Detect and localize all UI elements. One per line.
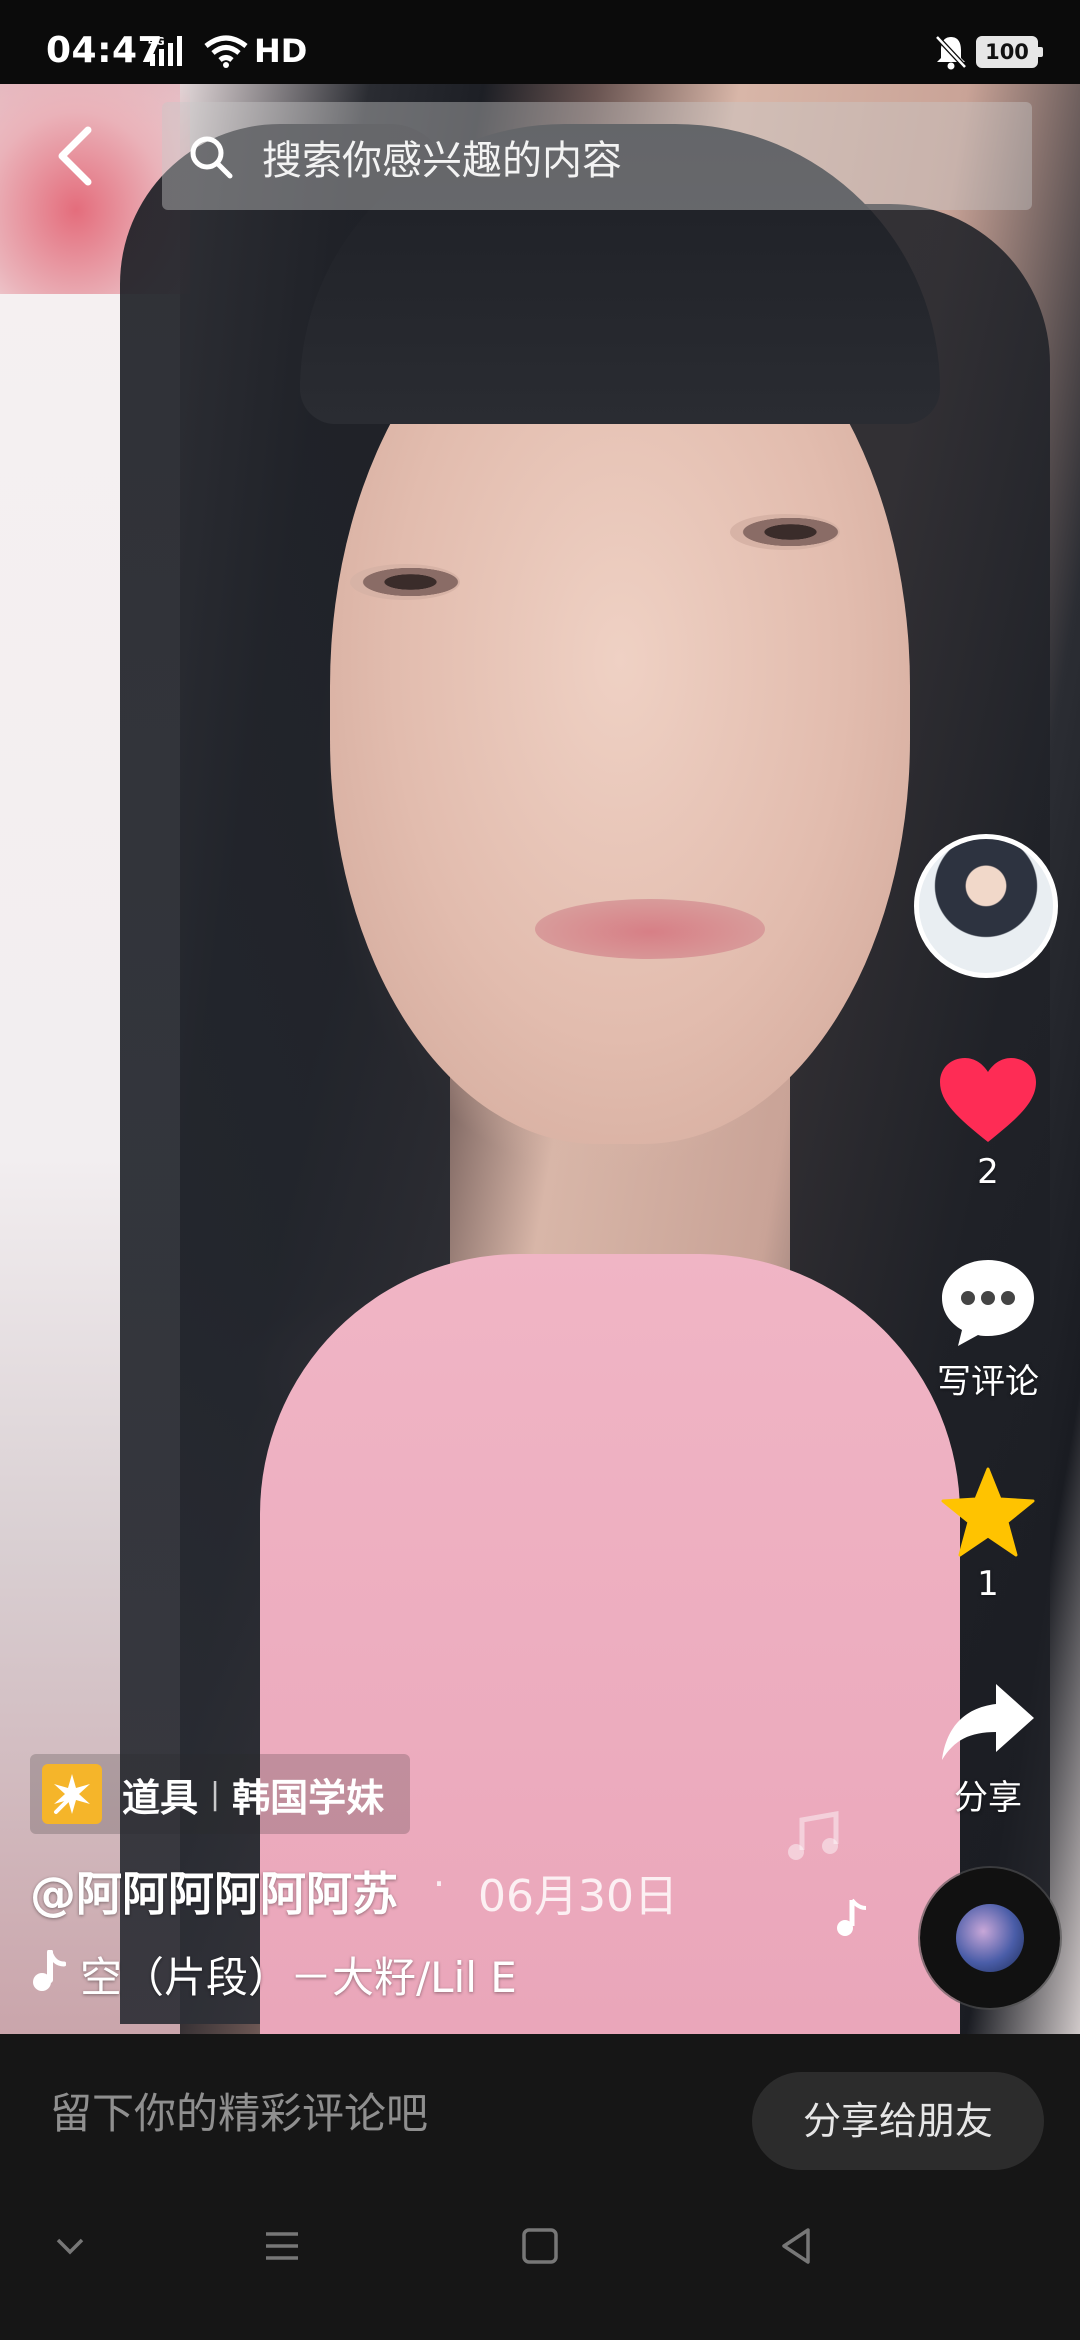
menu-icon[interactable] xyxy=(262,2226,302,2266)
props-name: 韩国学妹 xyxy=(232,1775,385,1820)
author-name[interactable]: @阿阿阿阿阿阿苏 xyxy=(30,1858,398,1924)
music-disc-icon[interactable] xyxy=(920,1868,1060,2008)
comment-button[interactable]: 写评论 xyxy=(918,1256,1058,1403)
magic-wand-icon xyxy=(42,1764,102,1824)
search-placeholder: 搜索你感兴趣的内容 xyxy=(262,138,622,184)
battery-level: 100 xyxy=(979,39,1035,65)
search-bar[interactable]: 搜索你感兴趣的内容 xyxy=(162,102,1032,210)
props-label: 道具 xyxy=(122,1775,199,1820)
star-icon xyxy=(941,1467,1035,1557)
favorite-count: 1 xyxy=(977,1564,999,1604)
music-title[interactable]: 空（片段）－大籽/Lil E xyxy=(80,1944,580,2005)
date-separator: · xyxy=(433,1862,446,1906)
props-separator: | xyxy=(210,1776,221,1812)
video-subject-eye-right xyxy=(730,514,840,550)
share-arrow-icon xyxy=(942,1684,1034,1760)
video-subject-lips xyxy=(535,899,765,959)
chevron-down-icon[interactable] xyxy=(50,2226,90,2266)
author-avatar[interactable] xyxy=(914,834,1058,978)
share-to-friends-button[interactable]: 分享给朋友 xyxy=(752,2072,1044,2170)
floating-music-note-icon xyxy=(788,1811,839,1860)
heart-icon xyxy=(940,1058,1036,1142)
hd-indicator: HD xyxy=(254,32,308,70)
network-type: 4G xyxy=(148,35,165,48)
system-nav-bar xyxy=(0,2174,1080,2340)
home-square-icon[interactable] xyxy=(520,2226,560,2266)
mute-bell-icon xyxy=(935,35,967,70)
props-tag[interactable]: 道具 | 韩国学妹 xyxy=(30,1754,410,1834)
favorite-button[interactable]: 1 xyxy=(918,1466,1058,1604)
like-button[interactable]: 2 xyxy=(918,1056,1058,1192)
comment-bubble-icon xyxy=(942,1260,1034,1346)
status-bar: 04:47 4G HD 100 xyxy=(0,0,1080,84)
share-button[interactable]: 分享 xyxy=(918,1680,1058,1819)
video-subject-eye-left xyxy=(350,564,460,600)
music-note-icon xyxy=(33,1950,66,1991)
comment-input[interactable]: 留下你的精彩评论吧 xyxy=(50,2080,428,2141)
wifi-icon xyxy=(204,35,248,68)
status-time: 04:47 xyxy=(46,30,164,71)
search-icon xyxy=(190,136,233,179)
back-triangle-icon[interactable] xyxy=(776,2226,816,2266)
comment-label: 写评论 xyxy=(937,1362,1039,1402)
back-arrow-icon[interactable] xyxy=(50,124,100,188)
post-date: 06月30日 xyxy=(478,1871,678,1922)
floating-music-note-icon xyxy=(837,1898,867,1936)
comment-bar: 留下你的精彩评论吧 分享给朋友 xyxy=(0,2034,1080,2174)
cellular-signal-icon: 4G xyxy=(148,35,182,66)
share-label: 分享 xyxy=(954,1778,1022,1818)
battery-icon: 100 xyxy=(976,36,1043,68)
like-count: 2 xyxy=(977,1152,999,1192)
